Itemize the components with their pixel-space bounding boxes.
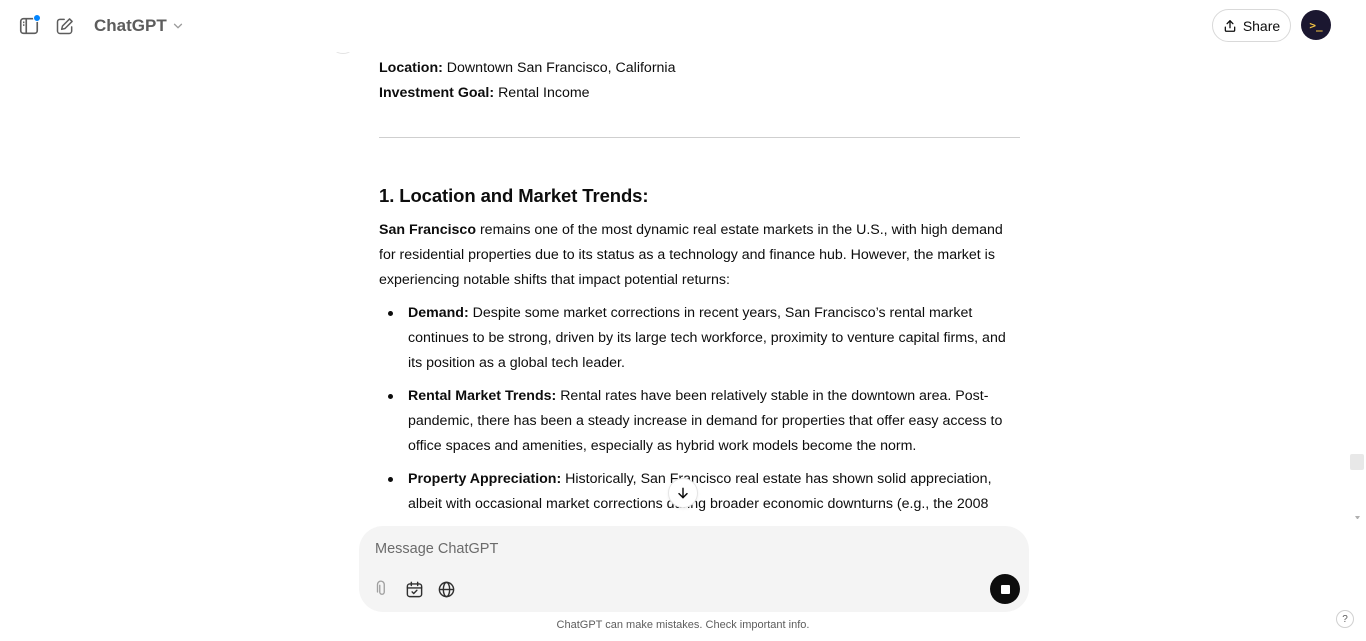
list-item: Rental Market Trends: Rental rates have … [379, 384, 1021, 459]
new-chat-icon [56, 18, 73, 35]
intro-paragraph: San Francisco remains one of the most dy… [379, 218, 1021, 293]
meta-location: Location: Downtown San Francisco, Califo… [379, 56, 1021, 81]
web-search-button[interactable] [433, 576, 459, 602]
avatar-glyph: >_ [1309, 18, 1323, 32]
sidebar-toggle-button[interactable] [14, 11, 44, 41]
canvas-icon [406, 581, 422, 597]
user-avatar[interactable]: >_ [1301, 10, 1331, 40]
help-button[interactable]: ? [1336, 610, 1354, 628]
meta-value: Rental Income [498, 85, 590, 101]
list-item: Demand: Despite some market corrections … [379, 301, 1021, 376]
meta-investment-goal: Investment Goal: Rental Income [379, 81, 1021, 106]
scroll-to-bottom-button[interactable] [668, 478, 698, 508]
meta-label: Investment Goal: [379, 85, 495, 101]
bullet-list: Demand: Despite some market corrections … [379, 301, 1021, 517]
bullet-label: Demand: [408, 305, 469, 321]
disclaimer-text: ChatGPT can make mistakes. Check importa… [556, 619, 810, 631]
share-icon [1224, 19, 1236, 32]
section-heading: 1. Location and Market Trends: [379, 185, 649, 206]
scrollbar-thumb[interactable] [1350, 454, 1364, 470]
stop-icon [1000, 584, 1010, 594]
stop-generating-button[interactable] [990, 574, 1020, 604]
globe-icon [438, 581, 454, 597]
tools-button[interactable] [401, 576, 427, 602]
share-label: Share [1242, 17, 1281, 34]
bullet-label: Rental Market Trends: [408, 388, 557, 404]
scrollbar-down-arrow[interactable] [1355, 516, 1360, 519]
paperclip-icon [376, 580, 385, 595]
attach-button[interactable] [369, 576, 395, 602]
model-name: ChatGPT [94, 16, 167, 35]
share-button[interactable]: Share [1212, 9, 1291, 42]
intro-bold: San Francisco [379, 222, 476, 238]
list-item: Property Appreciation: Historically, San… [379, 467, 1021, 517]
chevron-down-icon [173, 23, 182, 29]
meta-label: Location: [379, 60, 443, 76]
new-chat-button[interactable] [50, 11, 80, 41]
top-bar: ChatGPT Share >_ [0, 0, 1366, 52]
model-selector[interactable]: ChatGPT [86, 14, 193, 38]
notification-dot [33, 14, 41, 22]
assistant-message: Location: Downtown San Francisco, Califo… [379, 56, 1021, 525]
message-composer [359, 526, 1029, 612]
message-input[interactable] [375, 538, 975, 560]
horizontal-divider [379, 137, 1020, 138]
bullet-label: Property Appreciation: [408, 471, 562, 487]
meta-value: Downtown San Francisco, California [446, 60, 676, 76]
bullet-text: Despite some market corrections in recen… [408, 305, 1006, 371]
arrow-down-icon [678, 487, 688, 499]
